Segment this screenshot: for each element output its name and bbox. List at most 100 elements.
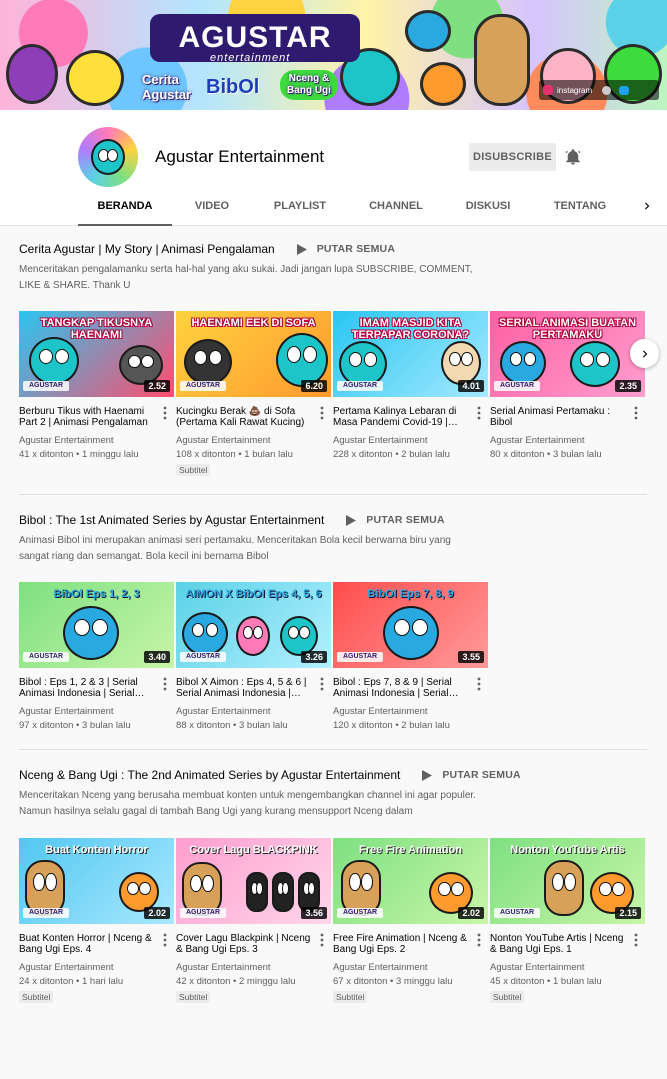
section-header-nceng: Nceng & Bang Ugi : The 2nd Animated Seri… xyxy=(19,767,521,783)
section-title[interactable]: Cerita Agustar | My Story | Animasi Peng… xyxy=(19,242,275,256)
video-meta: 80 x ditonton • 3 bulan lalu xyxy=(490,449,602,460)
tab-playlist[interactable]: PLAYLIST xyxy=(252,192,348,226)
social-links[interactable]: instagram xyxy=(539,80,659,100)
section-header-cerita: Cerita Agustar | My Story | Animasi Peng… xyxy=(19,241,395,257)
subtitle-badge: Subtitel xyxy=(333,991,368,1003)
video-meta: 42 x ditonton • 2 minggu lalu xyxy=(176,976,296,987)
tab-channel[interactable]: CHANNEL xyxy=(348,192,444,226)
video-thumbnail[interactable]: AIMON X BibOl Eps 4, 5, 6 AGUSTAR 3.26 xyxy=(176,582,331,668)
video-card[interactable]: HAENAMI EEK DI SOFA AGUSTAR 6.20 Kucingk… xyxy=(176,311,331,476)
section-title[interactable]: Bibol : The 1st Animated Series by Agust… xyxy=(19,513,324,527)
video-thumbnail[interactable]: BibOl Eps 1, 2, 3 AGUSTAR 3.40 xyxy=(19,582,174,668)
video-card[interactable]: TANGKAP TIKUSNYA HAENAMI AGUSTAR 2.52 Be… xyxy=(19,311,174,460)
video-channel[interactable]: Agustar Entertainment xyxy=(176,962,271,973)
video-duration: 2.02 xyxy=(144,907,170,919)
video-thumbnail[interactable]: SERIAL ANIMASI BUATAN PERTAMAKU AGUSTAR … xyxy=(490,311,645,397)
video-title[interactable]: Buat Konten Horror | Nceng & Bang Ugi Ep… xyxy=(19,933,159,955)
agustar-logo: AGUSTAR entertainment xyxy=(150,14,360,64)
video-card[interactable]: Nonton YouTube Artis AGUSTAR 2.15 Nonton… xyxy=(490,838,645,1003)
tab-beranda[interactable]: BERANDA xyxy=(78,192,172,226)
video-duration: 6.20 xyxy=(301,380,327,392)
instagram-link-label[interactable]: instagram xyxy=(557,86,592,95)
video-card[interactable]: IMAM MASJID KITA TERPAPAR CORONA? AGUSTA… xyxy=(333,311,488,460)
video-card[interactable]: AIMON X BibOl Eps 4, 5, 6 AGUSTAR 3.26 B… xyxy=(176,582,331,731)
more-options-icon[interactable] xyxy=(161,933,169,947)
video-channel[interactable]: Agustar Entertainment xyxy=(176,435,271,446)
video-title[interactable]: Berburu Tikus with Haenami Part 2 | Anim… xyxy=(19,406,159,428)
video-thumbnail[interactable]: TANGKAP TIKUSNYA HAENAMI AGUSTAR 2.52 xyxy=(19,311,174,397)
video-channel[interactable]: Agustar Entertainment xyxy=(490,435,585,446)
subscribe-button[interactable]: DISUBSCRIBE xyxy=(469,143,556,171)
video-channel[interactable]: Agustar Entertainment xyxy=(176,706,271,717)
video-duration: 3.40 xyxy=(144,651,170,663)
more-options-icon[interactable] xyxy=(318,406,326,420)
video-title[interactable]: Free Fire Animation | Nceng & Bang Ugi E… xyxy=(333,933,473,955)
section-divider xyxy=(19,494,647,495)
video-thumbnail[interactable]: HAENAMI EEK DI SOFA AGUSTAR 6.20 xyxy=(176,311,331,397)
more-options-icon[interactable] xyxy=(318,677,326,691)
video-duration: 3.56 xyxy=(301,907,327,919)
video-title[interactable]: Kucingku Berak 💩 di Sofa (Pertama Kali R… xyxy=(176,406,316,428)
play-all-button[interactable]: PUTAR SEMUA xyxy=(296,243,395,255)
instagram-icon[interactable] xyxy=(543,85,553,95)
video-card[interactable]: BibOl Eps 1, 2, 3 AGUSTAR 3.40 Bibol : E… xyxy=(19,582,174,731)
video-title[interactable]: Pertama Kalinya Lebaran di Masa Pandemi … xyxy=(333,406,473,428)
more-options-icon[interactable] xyxy=(318,933,326,947)
video-thumbnail[interactable]: Cover Lagu BLACKPINK AGUSTAR 3.56 xyxy=(176,838,331,924)
video-channel[interactable]: Agustar Entertainment xyxy=(490,962,585,973)
tab-video[interactable]: VIDEO xyxy=(172,192,252,226)
play-all-button[interactable]: PUTAR SEMUA xyxy=(346,514,445,526)
video-card[interactable]: Free Fire Animation AGUSTAR 2.02 Free Fi… xyxy=(333,838,488,1003)
play-all-button[interactable]: PUTAR SEMUA xyxy=(422,769,521,781)
video-title[interactable]: Serial Animasi Pertamaku : Bibol xyxy=(490,406,630,428)
banner-character-small-blue xyxy=(405,10,451,52)
chevron-right-icon[interactable] xyxy=(640,199,654,213)
video-title[interactable]: Cover Lagu Blackpink | Nceng & Bang Ugi … xyxy=(176,933,316,955)
twitter-icon[interactable] xyxy=(619,85,630,95)
website-icon[interactable] xyxy=(602,85,612,95)
video-card[interactable]: BibOl Eps 7, 8, 9 AGUSTAR 3.55 Bibol : E… xyxy=(333,582,488,731)
video-card[interactable]: SERIAL ANIMASI BUATAN PERTAMAKU AGUSTAR … xyxy=(490,311,645,460)
video-channel[interactable]: Agustar Entertainment xyxy=(19,435,114,446)
video-duration: 2.02 xyxy=(458,907,484,919)
more-options-icon[interactable] xyxy=(475,677,483,691)
video-thumbnail[interactable]: Buat Konten Horror AGUSTAR 2.02 xyxy=(19,838,174,924)
notification-bell-icon[interactable] xyxy=(564,148,582,166)
video-card[interactable]: Cover Lagu BLACKPINK AGUSTAR 3.56 Cover … xyxy=(176,838,331,1003)
video-thumbnail[interactable]: BibOl Eps 7, 8, 9 AGUSTAR 3.55 xyxy=(333,582,488,668)
play-icon xyxy=(346,514,357,526)
banner-character-yellow xyxy=(66,50,124,106)
more-options-icon[interactable] xyxy=(632,406,640,420)
shelf-next-button[interactable] xyxy=(630,339,659,368)
video-meta: 67 x ditonton • 3 minggu lalu xyxy=(333,976,453,987)
tab-diskusi[interactable]: DISKUSI xyxy=(444,192,532,226)
video-thumbnail[interactable]: IMAM MASJID KITA TERPAPAR CORONA? AGUSTA… xyxy=(333,311,488,397)
section-divider xyxy=(19,749,647,750)
more-options-icon[interactable] xyxy=(161,406,169,420)
more-options-icon[interactable] xyxy=(632,933,640,947)
video-channel[interactable]: Agustar Entertainment xyxy=(333,435,428,446)
video-meta: 228 x ditonton • 2 bulan lalu xyxy=(333,449,450,460)
channel-name: Agustar Entertainment xyxy=(155,147,325,166)
more-options-icon[interactable] xyxy=(475,933,483,947)
section-description: Animasi Bibol ini merupakan animasi seri… xyxy=(19,535,451,562)
video-channel[interactable]: Agustar Entertainment xyxy=(19,706,114,717)
video-thumbnail[interactable]: Free Fire Animation AGUSTAR 2.02 xyxy=(333,838,488,924)
video-channel[interactable]: Agustar Entertainment xyxy=(333,962,428,973)
video-card[interactable]: Buat Konten Horror AGUSTAR 2.02 Buat Kon… xyxy=(19,838,174,1003)
video-title[interactable]: Bibol X Aimon : Eps 4, 5 & 6 | Serial An… xyxy=(176,677,316,699)
video-thumbnail[interactable]: Nonton YouTube Artis AGUSTAR 2.15 xyxy=(490,838,645,924)
video-channel[interactable]: Agustar Entertainment xyxy=(19,962,114,973)
video-duration: 2.52 xyxy=(144,380,170,392)
channel-avatar[interactable] xyxy=(78,127,138,187)
more-options-icon[interactable] xyxy=(161,677,169,691)
video-title[interactable]: Bibol : Eps 7, 8 & 9 | Serial Animasi In… xyxy=(333,677,473,699)
more-options-icon[interactable] xyxy=(475,406,483,420)
video-title[interactable]: Nonton YouTube Artis | Nceng & Bang Ugi … xyxy=(490,933,630,955)
section-title[interactable]: Nceng & Bang Ugi : The 2nd Animated Seri… xyxy=(19,768,400,782)
video-meta: 24 x ditonton • 1 hari lalu xyxy=(19,976,124,987)
video-channel[interactable]: Agustar Entertainment xyxy=(333,706,428,717)
tab-tentang[interactable]: TENTANG xyxy=(532,192,628,226)
video-title[interactable]: Bibol : Eps 1, 2 & 3 | Serial Animasi In… xyxy=(19,677,159,699)
video-duration: 2.15 xyxy=(615,907,641,919)
